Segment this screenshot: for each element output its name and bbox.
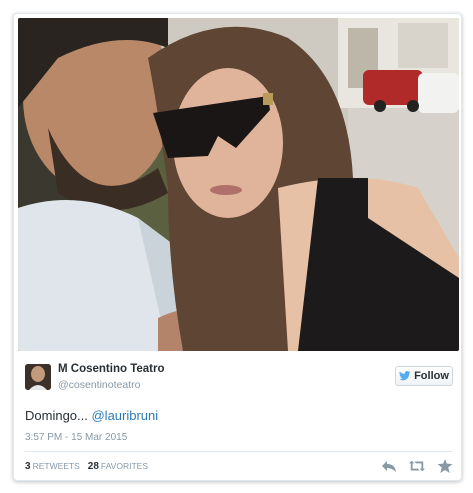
avatar-image	[25, 364, 51, 390]
divider	[25, 451, 452, 452]
retweets-label: Retweets	[32, 461, 80, 471]
favorites-stat[interactable]: 28 Favorites	[88, 461, 148, 472]
tweet-photo[interactable]	[18, 18, 459, 351]
mention-link[interactable]: @lauribruni	[91, 408, 158, 423]
tweet-timestamp[interactable]: 3:57 PM - 15 Mar 2015	[25, 432, 127, 443]
embedded-tweet-card: M Cosentino Teatro @cosentinoteatro Foll…	[13, 13, 462, 481]
tweet-text-content: Domingo...	[25, 408, 92, 423]
tweet-text: Domingo... @lauribruni	[25, 408, 158, 423]
author-name[interactable]: M Cosentino Teatro	[58, 363, 164, 375]
follow-label: Follow	[414, 370, 449, 382]
reply-icon[interactable]	[381, 459, 397, 473]
tweet-body: M Cosentino Teatro @cosentinoteatro Foll…	[14, 354, 461, 480]
retweet-icon[interactable]	[409, 459, 425, 473]
follow-button[interactable]: Follow	[395, 366, 453, 386]
favorites-count: 28	[87, 461, 99, 472]
author-avatar[interactable]	[25, 364, 51, 390]
star-icon[interactable]	[437, 459, 453, 473]
author-handle[interactable]: @cosentinoteatro	[58, 379, 140, 391]
retweets-stat[interactable]: 3 Retweets	[25, 461, 80, 472]
tweet-stats: 3 Retweets 28 Favorites	[25, 461, 148, 472]
twitter-bird-icon	[399, 371, 411, 381]
selfie-photo-illustration	[18, 18, 459, 351]
retweets-count: 3	[25, 461, 31, 472]
favorites-label: Favorites	[100, 461, 148, 471]
tweet-actions	[381, 459, 453, 473]
